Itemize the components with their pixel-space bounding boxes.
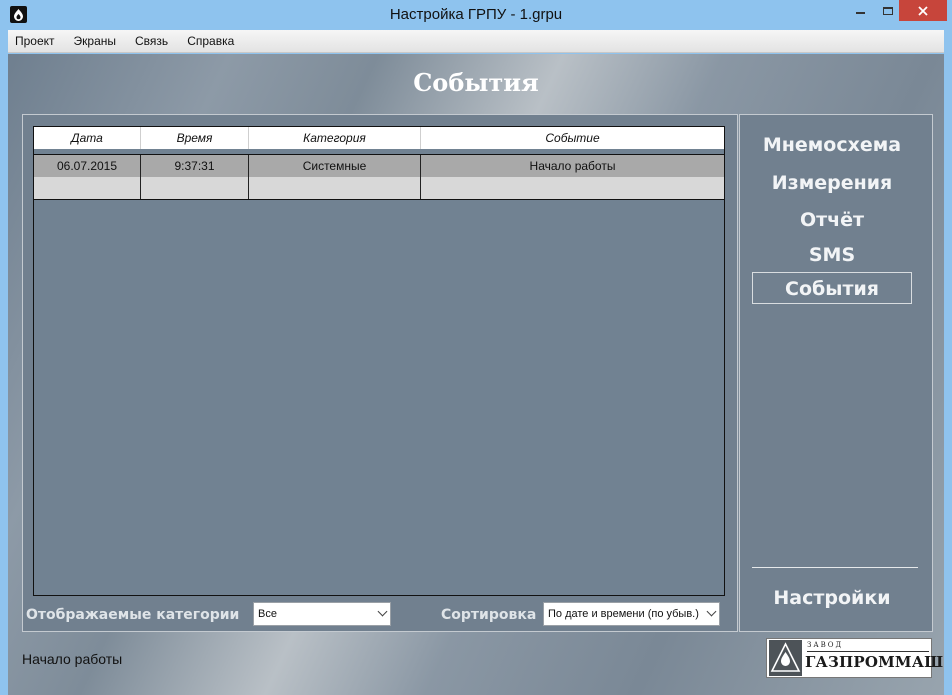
page-title: События (413, 68, 539, 97)
sort-select[interactable]: По дате и времени (по убыв.) (543, 602, 720, 626)
column-header-date[interactable]: Дата (34, 127, 141, 149)
sort-label: Сортировка (441, 607, 537, 623)
maximize-button[interactable] (878, 0, 898, 21)
menu-help[interactable]: Справка (187, 34, 234, 48)
nav-sms[interactable]: SMS (752, 239, 912, 271)
cell-event (421, 177, 724, 199)
cell-time (141, 177, 249, 199)
nav-settings[interactable]: Настройки (752, 582, 912, 614)
company-logo: ЗАВОД ГАЗПРОММАШ (766, 638, 943, 678)
chevron-down-icon (706, 606, 717, 617)
nav-divider (752, 567, 918, 568)
cell-category: Системные (249, 155, 421, 177)
cell-date: 06.07.2015 (34, 155, 141, 177)
cell-category (249, 177, 421, 199)
close-button[interactable] (899, 0, 947, 21)
status-text: Начало работы (22, 651, 123, 667)
menu-bar: Проект Экраны Связь Справка (8, 30, 944, 53)
nav-mnemoscheme[interactable]: Мнемосхема (752, 129, 912, 161)
close-icon (918, 5, 928, 16)
table-header: Дата Время Категория Событие (34, 127, 724, 149)
categories-select-value: Все (258, 608, 277, 620)
categories-label: Отображаемые категории (26, 607, 240, 623)
nav-events[interactable]: События (752, 272, 912, 304)
column-header-event[interactable]: Событие (421, 127, 724, 149)
menu-screens[interactable]: Экраны (74, 34, 116, 48)
window-title: Настройка ГРПУ - 1.grpu (389, 6, 563, 23)
cell-date (34, 177, 141, 199)
client-area: События Дата Время Категория Событие 06.… (8, 54, 944, 695)
sort-select-value: По дате и времени (по убыв.) (548, 608, 699, 620)
menu-project[interactable]: Проект (15, 34, 55, 48)
logo-small-text: ЗАВОД (807, 641, 844, 649)
minimize-icon (855, 11, 865, 14)
cell-time: 9:37:31 (141, 155, 249, 177)
maximize-icon (883, 6, 893, 15)
nav-measurements[interactable]: Измерения (752, 167, 912, 199)
cell-event: Начало работы (529, 159, 616, 173)
logo-rule (807, 651, 929, 652)
categories-select[interactable]: Все (253, 602, 391, 626)
events-panel: Дата Время Категория Событие 06.07.2015 … (22, 114, 738, 632)
events-table[interactable]: Дата Время Категория Событие 06.07.2015 … (33, 126, 725, 596)
column-header-category[interactable]: Категория (249, 127, 421, 149)
title-bar: Настройка ГРПУ - 1.grpu (0, 0, 952, 30)
table-row-empty[interactable] (34, 177, 724, 200)
navigation-panel: Мнемосхема Измерения Отчёт SMS События Н… (739, 114, 933, 632)
nav-report[interactable]: Отчёт (752, 204, 912, 236)
chevron-down-icon (377, 606, 388, 617)
column-header-time[interactable]: Время (141, 127, 249, 149)
table-row[interactable]: 06.07.2015 9:37:31 Системные Начало рабо… (34, 154, 724, 178)
menu-connection[interactable]: Связь (135, 34, 168, 48)
logo-emblem (769, 640, 802, 676)
logo-name: ГАЗПРОММАШ (805, 653, 944, 671)
minimize-button[interactable] (850, 0, 870, 21)
